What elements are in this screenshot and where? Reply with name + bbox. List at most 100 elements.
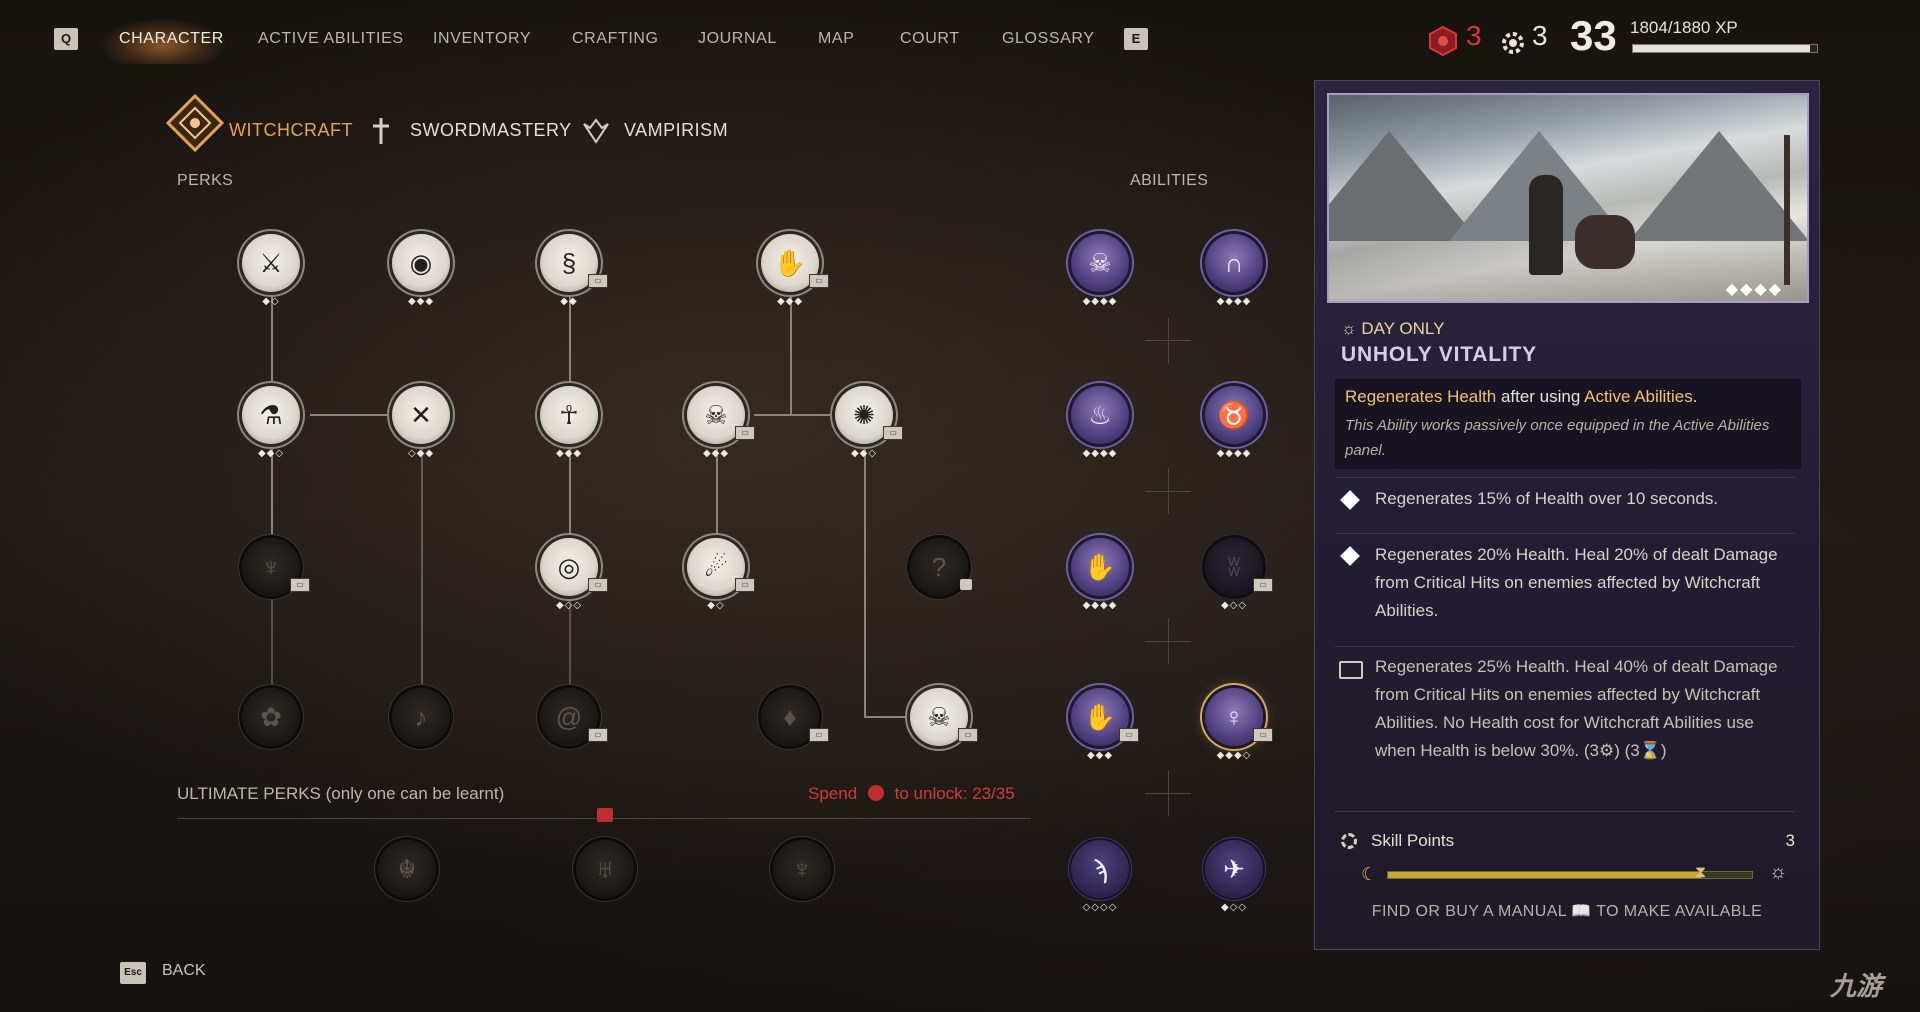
esc-key[interactable]: Esc xyxy=(120,962,146,984)
xp-progress-bar xyxy=(1632,44,1818,53)
manual-book-icon: ▭ xyxy=(588,274,608,288)
rank-pips: ◆◆◆◆ xyxy=(1216,448,1252,459)
sun-end-icon: ☼ xyxy=(1769,861,1788,883)
runner-ability-icon: ✈ xyxy=(1223,854,1245,884)
tab-character[interactable]: CHARACTER xyxy=(119,30,224,48)
preview-enemy-figure xyxy=(1575,215,1635,269)
sun-icon: ☼ xyxy=(1341,319,1362,338)
ability-divider xyxy=(1145,340,1191,341)
perk-connector xyxy=(271,596,273,696)
skill-point-gear-icon xyxy=(1502,32,1524,54)
ultimate-dragon-node[interactable]: ♆ xyxy=(773,840,831,898)
ability-divider xyxy=(1168,318,1169,364)
prev-tab-key[interactable]: Q xyxy=(54,28,78,50)
skull-crossbones-node[interactable]: ☠ ▭ ◆◆◆ xyxy=(687,386,755,459)
panel-separator xyxy=(1335,646,1795,647)
question-node[interactable]: ? xyxy=(910,538,972,596)
tab-witchcraft[interactable]: WITCHCRAFT xyxy=(229,120,353,141)
day-only-tag: ☼ DAY ONLY xyxy=(1341,319,1444,339)
fire-ability-node[interactable]: ♨ ◆◆◆◆ xyxy=(1071,386,1129,459)
perk-connector xyxy=(790,292,792,414)
spend-prefix: Spend xyxy=(808,784,858,803)
skull-ability-node[interactable]: ☠ ◆◆◆◆ xyxy=(1071,234,1129,307)
preview-gallows xyxy=(1784,135,1790,285)
eye-rune-node[interactable]: ◎ ▭ ◆◇◇ xyxy=(540,538,608,611)
tombstone-ability-node[interactable]: ∩ ◆◆◆◆ xyxy=(1205,234,1263,307)
ability-title: UNHOLY VITALITY xyxy=(1341,343,1537,366)
tab-vampirism[interactable]: VAMPIRISM xyxy=(624,120,728,141)
dagger-slash-node[interactable]: ⚔ ◆◇ xyxy=(242,234,300,307)
tab-glossary[interactable]: GLOSSARY xyxy=(1002,30,1095,48)
level-3-text: Regenerates 25% Health. Heal 40% of deal… xyxy=(1375,657,1778,760)
horn-node[interactable]: ♪ xyxy=(392,688,450,746)
preview-mountain xyxy=(1629,131,1807,241)
drop-node[interactable]: ♦ ▭ xyxy=(761,688,829,746)
mortar-node[interactable]: ⚗ ◆◆◇ xyxy=(242,386,300,459)
day-only-label: DAY ONLY xyxy=(1361,319,1445,338)
ability-preview-image: ◆◆◆◆ xyxy=(1327,93,1809,303)
swordmastery-tree-icon[interactable] xyxy=(366,116,396,146)
manual-book-icon: ▭ xyxy=(809,274,829,288)
ability-divider xyxy=(1145,491,1191,492)
flaming-skull-node[interactable]: ☠ ▭ xyxy=(910,688,978,746)
manual-book-icon xyxy=(1339,661,1363,679)
ultimate-demon-node[interactable]: ♅ xyxy=(576,840,634,898)
bird-ability-node[interactable]: ϡ ◇◇◇◇ xyxy=(1071,840,1129,913)
vortex-node[interactable]: @ ▭ xyxy=(540,688,608,746)
perk-connector xyxy=(421,444,423,698)
skill-points-value: 3 xyxy=(1785,831,1795,850)
burst-node[interactable]: ✺ ▭ ◆◆◇ xyxy=(835,386,903,459)
rank-pips: ◆◇ xyxy=(262,296,280,307)
level-2-text: Regenerates 20% Health. Heal 20% of deal… xyxy=(1375,545,1778,620)
rank-pips: ◆◆◇ xyxy=(850,448,878,459)
unholy-vitality-node[interactable]: ♀ ▭ ◆◆◆◇ xyxy=(1205,688,1273,761)
perk-connector xyxy=(864,444,866,716)
blood-points-count: 3 xyxy=(1466,20,1482,51)
plant-node[interactable]: ✿ xyxy=(242,688,300,746)
vampirism-tree-icon[interactable] xyxy=(581,116,611,146)
crossed-bones-node[interactable]: ✕ ◇◆◆ xyxy=(392,386,450,459)
manual-book-icon: ▭ xyxy=(958,728,978,742)
bat-ability-node[interactable]: ʬ ▭ ◆◇◇ xyxy=(1205,538,1273,611)
hl-regenerates-health: Regenerates Health xyxy=(1345,387,1497,406)
tab-active-abilities[interactable]: ACTIVE ABILITIES xyxy=(258,30,404,48)
ability-summary: Regenerates Health after using Active Ab… xyxy=(1345,387,1698,407)
serpent-node[interactable]: § ▭ ◆◆ xyxy=(540,234,608,307)
rank-pips: ◆◇ xyxy=(707,600,725,611)
hand-ability-node[interactable]: ✋ ▭ ◆◆◆ xyxy=(1071,688,1139,761)
claw-ability-node[interactable]: ✋ ◆◆◆◆ xyxy=(1071,538,1129,611)
xp-progress-fill xyxy=(1633,45,1810,52)
tab-journal[interactable]: JOURNAL xyxy=(698,30,777,48)
perk-connector xyxy=(754,414,840,416)
next-tab-key[interactable]: E xyxy=(1124,28,1148,50)
rank-pips: ◆◇◇ xyxy=(1220,600,1248,611)
spend-suffix: to unlock: 23/35 xyxy=(894,784,1015,803)
mortar-icon: ⚗ xyxy=(259,400,283,430)
tab-map[interactable]: MAP xyxy=(818,30,854,48)
watermark-logo: 九游 xyxy=(1830,971,1883,1001)
ability-detail-panel: ◆◆◆◆ ☼ DAY ONLY UNHOLY VITALITY Regenera… xyxy=(1314,80,1820,950)
open-hand-node[interactable]: ✋ ▭ ◆◆◆ xyxy=(761,234,829,307)
witchcraft-tree-icon[interactable] xyxy=(166,94,224,152)
tab-crafting[interactable]: CRAFTING xyxy=(572,30,659,48)
beast-ability-icon: ♉ xyxy=(1217,400,1251,430)
totem-node[interactable]: ♆ ▭ xyxy=(242,538,310,596)
eye-node[interactable]: ◉ ◆◆◆ xyxy=(392,234,450,307)
beast-ability-node[interactable]: ♉ ◆◆◆◆ xyxy=(1205,386,1263,459)
ankh-node[interactable]: ☥ ◆◆◆ xyxy=(540,386,598,459)
ankh-icon: ☥ xyxy=(559,400,579,430)
back-button[interactable]: BACK xyxy=(162,962,206,980)
panel-separator xyxy=(1335,533,1795,534)
runner-ability-node[interactable]: ✈ ◆◇◇ xyxy=(1205,840,1263,913)
flame-spiral-node[interactable]: ☄ ▭ ◆◇ xyxy=(687,538,755,611)
rank-pips: ◆◆◆ xyxy=(407,296,435,307)
find-manual-hint: FIND OR BUY A MANUAL 📖 TO MAKE AVAILABLE xyxy=(1371,903,1763,920)
tab-court[interactable]: COURT xyxy=(900,30,960,48)
perks-heading: PERKS xyxy=(177,172,234,189)
ultimate-beast-node[interactable]: ☬ xyxy=(378,840,436,898)
tab-inventory[interactable]: INVENTORY xyxy=(433,30,531,48)
blood-point-small-icon xyxy=(867,785,884,801)
ultimate-lock-icon xyxy=(597,808,613,822)
preview-page-dots[interactable]: ◆◆◆◆ xyxy=(1726,279,1783,299)
tab-swordmastery[interactable]: SWORDMASTERY xyxy=(410,120,572,141)
